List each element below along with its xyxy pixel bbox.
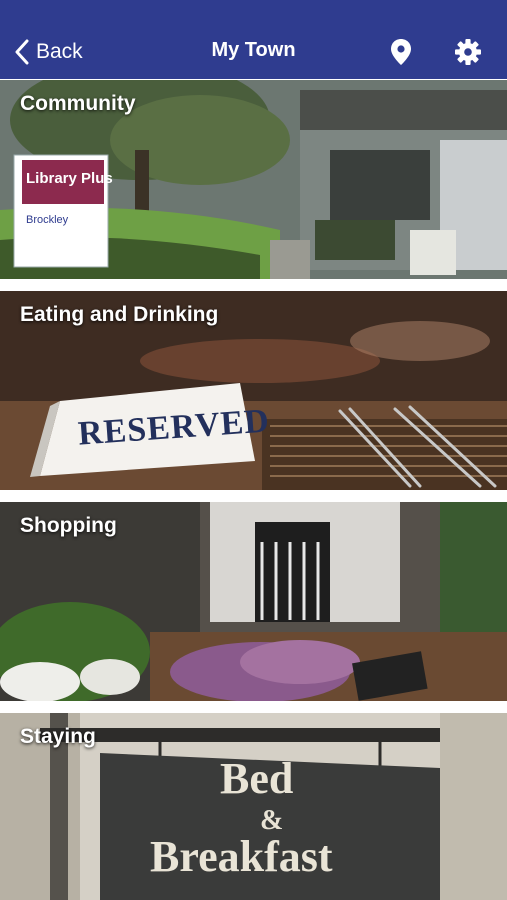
- tile-label: Staying: [20, 725, 96, 748]
- community-sign-subtext: Brockley: [26, 214, 69, 226]
- category-tile-eating-and-drinking[interactable]: RESERVED Eating and Drinking: [0, 291, 507, 490]
- tile-label: Eating and Drinking: [20, 303, 219, 326]
- category-tile-community[interactable]: Library Plus Brockley Community: [0, 80, 507, 279]
- page-title: My Town: [211, 39, 296, 61]
- bnb-sign-line3: Breakfast: [150, 832, 333, 881]
- category-tile-shopping[interactable]: Shopping: [0, 502, 507, 701]
- tile-label: Community: [20, 92, 136, 115]
- tile-label: Shopping: [20, 514, 117, 537]
- gear-icon[interactable]: [455, 39, 481, 65]
- category-tile-staying[interactable]: Bed & Breakfast Staying: [0, 713, 507, 900]
- community-sign-text: Library Plus: [26, 170, 113, 187]
- bnb-sign-line1: Bed: [220, 754, 294, 803]
- top-navigation-bar: Back My Town: [0, 0, 507, 79]
- map-pin-icon[interactable]: [390, 38, 412, 66]
